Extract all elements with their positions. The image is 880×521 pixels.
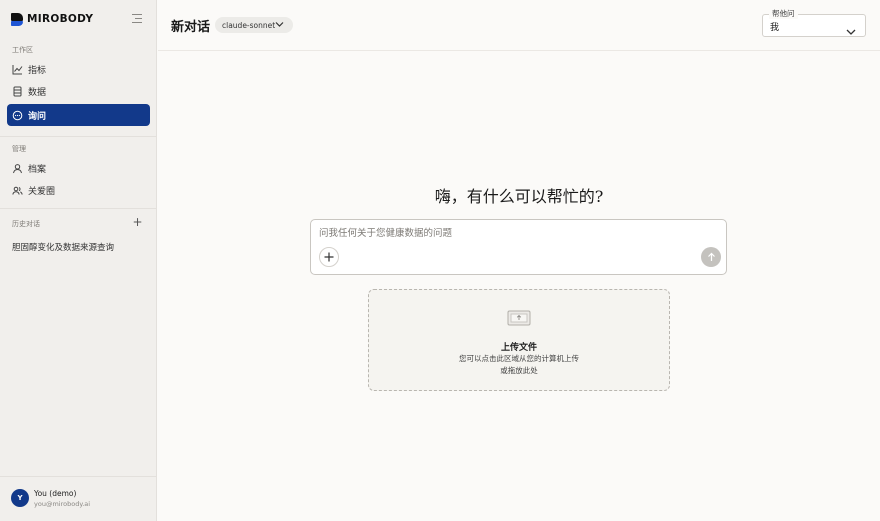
sidebar-item-ask[interactable]: 询问 [7,104,150,126]
ask-for-value: 我 [770,23,780,33]
brand-logo[interactable]: MIROBODY [11,12,93,26]
sidebar-item-label: 询问 [28,111,47,122]
user-email: you@mirobody.ai [34,500,91,508]
sidebar-item-metrics[interactable]: 指标 [7,58,150,80]
ask-for-label: 帮他问 [769,8,798,19]
user-name: You (demo) [34,489,77,498]
greeting-heading: 嗨，有什么可以帮忙的? [434,187,604,206]
avatar: Y [11,489,29,507]
sidebar: MIROBODY 工作区 指标 数据 询问 管理 档案 关爱圈 历史对话 + 胆… [0,0,157,521]
model-select-value: claude-sonnet [222,20,276,30]
sidebar-item-data[interactable]: 数据 [7,80,150,102]
chevron-down-icon [275,21,284,30]
sidebar-item-label: 指标 [28,65,47,76]
history-item[interactable]: 胆固醇变化及数据来源查询 [12,241,114,253]
upload-description: 您可以点击此区域从您的计算机上传 或拖放此处 [369,353,669,377]
database-icon [12,86,23,97]
user-profile[interactable]: Y You (demo) you@mirobody.ai [0,476,157,521]
section-label-workspace: 工作区 [12,46,33,54]
add-conversation-icon[interactable]: + [132,216,143,228]
plus-icon [324,252,334,262]
upload-desc-line: 或拖放此处 [500,366,538,375]
upload-tray-icon [507,309,531,327]
sidebar-item-label: 关爱圈 [28,186,56,197]
logo-mark-icon [11,12,23,26]
chart-line-icon [12,64,23,75]
section-label-history: 历史对话 [12,220,40,228]
ask-for-select[interactable]: 帮他问 我 [762,8,866,40]
sidebar-item-profile[interactable]: 档案 [7,157,150,179]
sidebar-item-label: 数据 [28,87,47,98]
sidebar-divider [0,208,157,209]
chevron-down-icon [846,21,856,40]
send-button[interactable] [701,247,721,267]
model-select[interactable]: claude-sonnet [215,17,293,33]
chat-composer [310,219,727,275]
brand-name: MIROBODY [27,13,94,25]
sidebar-divider [0,136,157,137]
page-title: 新对话 [171,20,211,35]
collapse-sidebar-icon[interactable] [132,14,142,23]
users-icon [12,185,23,196]
arrow-up-icon [707,252,715,261]
sidebar-item-care-circle[interactable]: 关爱圈 [7,179,150,201]
upload-title: 上传文件 [500,343,537,353]
chat-bubble-icon [12,110,23,121]
attach-button[interactable] [319,247,339,267]
file-upload-dropzone[interactable]: 上传文件 您可以点击此区域从您的计算机上传 或拖放此处 [368,289,670,391]
sidebar-item-label: 档案 [28,164,47,175]
top-bar: 新对话 claude-sonnet 帮他问 我 [158,0,880,51]
section-label-manage: 管理 [12,145,26,153]
upload-desc-line: 您可以点击此区域从您的计算机上传 [459,354,579,363]
chat-input[interactable] [319,226,709,240]
user-icon [12,163,23,174]
